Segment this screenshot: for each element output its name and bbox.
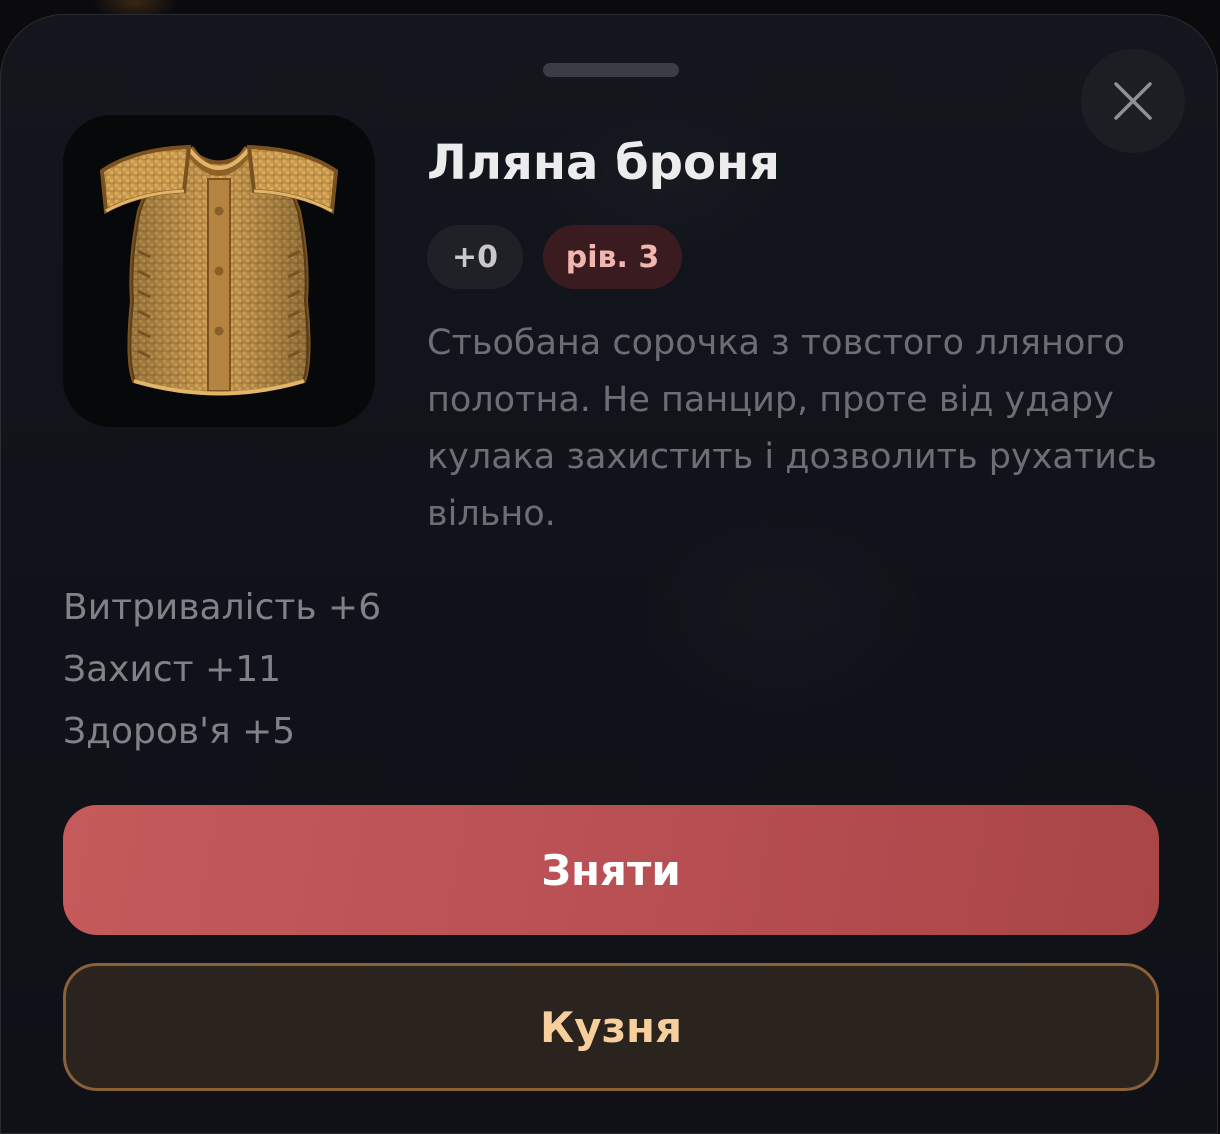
stat-stamina: Витривалість +6 — [63, 587, 382, 628]
item-description: Стьобана сорочка з товстого лляного поло… — [427, 323, 1157, 534]
linen-armor-vest-icon — [99, 144, 339, 396]
forge-button[interactable]: Кузня — [63, 963, 1159, 1091]
item-details-sheet: Лляна броня +0 рів. 3 Стьобана сорочка з… — [0, 14, 1218, 1134]
unequip-button[interactable]: Зняти — [63, 805, 1159, 935]
item-stats-list: Витривалість +6 Захист +11 Здоров'я +5 — [63, 577, 381, 763]
item-title: Лляна броня — [427, 135, 780, 191]
drag-handle[interactable] — [543, 63, 679, 77]
enhancement-badge: +0 — [427, 225, 523, 289]
close-button[interactable] — [1081, 49, 1185, 153]
close-icon — [1114, 82, 1152, 120]
item-image-tile — [63, 115, 375, 427]
stat-defense: Захист +11 — [63, 649, 282, 690]
stat-health: Здоров'я +5 — [63, 711, 296, 752]
level-badge: рів. 3 — [543, 225, 682, 289]
